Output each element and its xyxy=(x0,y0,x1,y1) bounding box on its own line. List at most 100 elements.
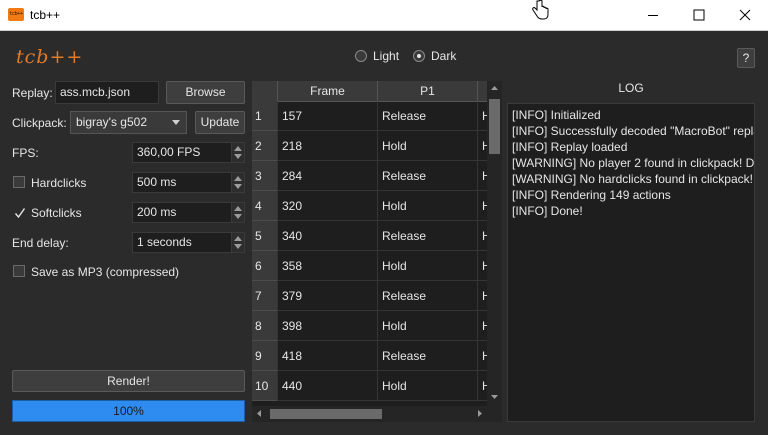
frame-cell[interactable]: 398 xyxy=(277,311,377,341)
clickpack-value: bigray's g502 xyxy=(76,115,148,129)
end-delay-spinbox[interactable]: 1 seconds xyxy=(132,232,245,253)
softclicks-stepper[interactable] xyxy=(231,203,244,222)
row-header[interactable]: 2 xyxy=(252,131,277,161)
horizontal-scroll-thumb[interactable] xyxy=(270,409,382,419)
p1-cell[interactable]: Hold xyxy=(377,371,477,401)
table-row[interactable]: 8398HoldH xyxy=(252,311,497,341)
title-bar: tcb++ tcb++ xyxy=(0,0,768,31)
help-button[interactable]: ? xyxy=(737,48,755,68)
hardclicks-label: Hardclicks xyxy=(31,176,87,190)
maximize-icon xyxy=(693,9,705,21)
log-line: [INFO] Initialized xyxy=(512,108,601,122)
table-row[interactable]: 10440HoldH xyxy=(252,371,497,401)
p1-cell[interactable]: Release xyxy=(377,341,477,371)
app-logo: tcb++ xyxy=(16,46,84,68)
browse-button[interactable]: Browse xyxy=(166,81,245,104)
p1-cell[interactable]: Hold xyxy=(377,131,477,161)
scroll-right-icon[interactable] xyxy=(473,406,487,422)
row-header[interactable]: 7 xyxy=(252,281,277,311)
p1-cell[interactable]: Hold xyxy=(377,311,477,341)
row-header[interactable]: 9 xyxy=(252,341,277,371)
row-header[interactable]: 6 xyxy=(252,251,277,281)
scroll-down-icon[interactable] xyxy=(487,390,502,404)
progress-text: 100% xyxy=(113,404,144,418)
softclicks-spinbox[interactable]: 200 ms xyxy=(132,202,245,223)
hardclicks-checkbox[interactable] xyxy=(13,176,25,188)
table-row[interactable]: 1157ReleaseH xyxy=(252,101,497,131)
end-delay-label: End delay: xyxy=(12,236,69,250)
table-row[interactable]: 3284ReleaseH xyxy=(252,161,497,191)
theme-light-label: Light xyxy=(373,49,400,63)
hardclicks-stepper[interactable] xyxy=(231,173,244,192)
frame-cell[interactable]: 418 xyxy=(277,341,377,371)
table-row[interactable]: 5340ReleaseH xyxy=(252,221,497,251)
row-header[interactable]: 5 xyxy=(252,221,277,251)
theme-dark-option[interactable]: Dark xyxy=(413,49,456,63)
table-row[interactable]: 6358HoldH xyxy=(252,251,497,281)
log-line: [INFO] Done! xyxy=(512,204,583,218)
frame-cell[interactable]: 218 xyxy=(277,131,377,161)
p1-cell[interactable]: Release xyxy=(377,221,477,251)
table-row[interactable]: 9418ReleaseH xyxy=(252,341,497,371)
minimize-button[interactable] xyxy=(630,0,676,30)
frame-cell[interactable]: 379 xyxy=(277,281,377,311)
p1-cell[interactable]: Hold xyxy=(377,191,477,221)
app-icon: tcb++ xyxy=(8,8,24,21)
log-output[interactable]: [INFO] Initialized [INFO] Successfully de… xyxy=(507,103,755,422)
actions-table[interactable]: Frame P1 1157ReleaseH2218HoldH3284Releas… xyxy=(252,81,502,422)
table-body: 1157ReleaseH2218HoldH3284ReleaseH4320Hol… xyxy=(252,101,497,401)
frame-cell[interactable]: 440 xyxy=(277,371,377,401)
table-row[interactable]: 2218HoldH xyxy=(252,131,497,161)
theme-light-option[interactable]: Light xyxy=(355,49,399,63)
scroll-up-icon[interactable] xyxy=(487,81,502,95)
minimize-icon xyxy=(648,15,658,16)
mp3-label: Save as MP3 (compressed) xyxy=(31,265,180,279)
theme-dark-label: Dark xyxy=(431,49,457,63)
end-delay-stepper[interactable] xyxy=(231,233,244,252)
replay-field[interactable]: ass.mcb.json xyxy=(55,81,159,104)
softclicks-value: 200 ms xyxy=(137,205,177,219)
scroll-left-icon[interactable] xyxy=(252,406,266,422)
replay-label: Replay: xyxy=(12,86,53,100)
row-header[interactable]: 10 xyxy=(252,371,277,401)
checkmark-icon xyxy=(14,208,26,219)
scroll-thumb[interactable] xyxy=(489,99,500,154)
render-progress-bar: 100% xyxy=(12,400,245,422)
column-header-p1[interactable]: P1 xyxy=(377,81,477,101)
maximize-button[interactable] xyxy=(676,0,722,30)
table-row[interactable]: 4320HoldH xyxy=(252,191,497,221)
softclicks-checkbox[interactable] xyxy=(13,206,26,219)
frame-cell[interactable]: 358 xyxy=(277,251,377,281)
row-header[interactable]: 1 xyxy=(252,101,277,131)
hardclicks-spinbox[interactable]: 500 ms xyxy=(132,172,245,193)
close-button[interactable] xyxy=(722,0,768,30)
row-header[interactable]: 4 xyxy=(252,191,277,221)
p1-cell[interactable]: Release xyxy=(377,161,477,191)
p1-cell[interactable]: Release xyxy=(377,281,477,311)
row-header[interactable]: 8 xyxy=(252,311,277,341)
p1-cell[interactable]: Release xyxy=(377,101,477,131)
fps-spinbox[interactable]: 360,00 FPS xyxy=(132,142,245,163)
frame-cell[interactable]: 284 xyxy=(277,161,377,191)
theme-light-radio[interactable] xyxy=(355,50,367,62)
fps-stepper[interactable] xyxy=(231,143,244,162)
frame-cell[interactable]: 157 xyxy=(277,101,377,131)
clickpack-select[interactable]: bigray's g502 xyxy=(70,111,187,134)
frame-cell[interactable]: 340 xyxy=(277,221,377,251)
table-vertical-scrollbar[interactable] xyxy=(487,81,502,422)
end-delay-value: 1 seconds xyxy=(137,235,192,249)
column-header-frame[interactable]: Frame xyxy=(277,81,377,101)
table-row[interactable]: 7379ReleaseH xyxy=(252,281,497,311)
log-line: [WARNING] No player 2 found in clickpack… xyxy=(512,156,755,170)
softclicks-label: Softclicks xyxy=(31,206,82,220)
mp3-checkbox[interactable] xyxy=(13,265,25,277)
render-button[interactable]: Render! xyxy=(12,370,245,392)
chevron-down-icon xyxy=(172,120,180,125)
table-header: Frame P1 xyxy=(252,81,487,102)
row-header[interactable]: 3 xyxy=(252,161,277,191)
theme-dark-radio[interactable] xyxy=(413,50,425,62)
table-horizontal-scrollbar[interactable] xyxy=(252,406,487,422)
frame-cell[interactable]: 320 xyxy=(277,191,377,221)
p1-cell[interactable]: Hold xyxy=(377,251,477,281)
update-button[interactable]: Update xyxy=(195,111,245,134)
